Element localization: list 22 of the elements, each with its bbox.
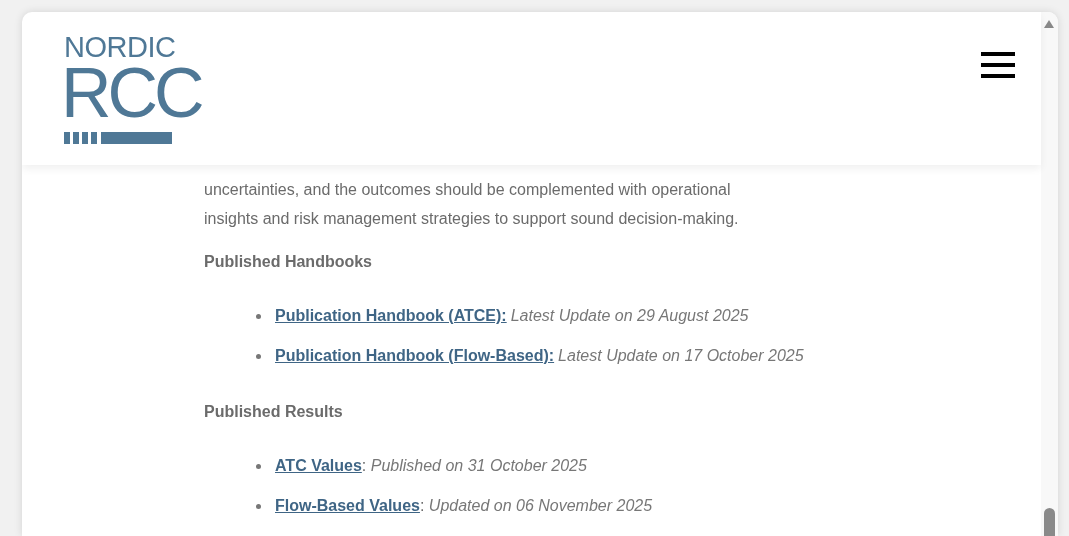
list-item-text: Flow-Based Values: Updated on 06 November 2025 [275, 497, 653, 515]
bars-icon [64, 132, 172, 144]
bullet-icon [256, 463, 261, 469]
scrollbar[interactable] [1041, 12, 1058, 536]
document-link[interactable]: Publication Handbook (ATCE): [275, 307, 507, 324]
logo-text: RCC [61, 62, 201, 124]
list-item-text: Publication Handbook (ATCE): Latest Update on 29 August 2025 [275, 307, 749, 325]
document-link[interactable]: Publication Handbook (Flow-Based): [275, 347, 555, 364]
document-link[interactable]: ATC Values [275, 457, 362, 474]
section-heading: Published Handbooks [204, 252, 373, 272]
bullet-icon [256, 353, 261, 359]
bullet-icon [256, 503, 261, 509]
scroll-up-icon[interactable] [1044, 20, 1054, 28]
scrollbar-thumb[interactable] [1044, 508, 1055, 536]
section-heading: Published Results [204, 402, 344, 422]
document-link[interactable]: Flow-Based Values [275, 497, 420, 514]
list-item-text: ATC Values: Published on 31 October 2025 [275, 457, 587, 475]
bullet-icon [256, 313, 261, 319]
logo-text: NORDIC [64, 32, 176, 62]
list-item-text: Publication Handbook (Flow-Based): Latest Update on 17 October 2025 [275, 347, 804, 365]
body-paragraph: uncertainties, and the outcomes should be complemented with operational insights and risk management strategies to support sound decision-making. [204, 180, 740, 229]
menu-icon[interactable] [981, 52, 1015, 78]
